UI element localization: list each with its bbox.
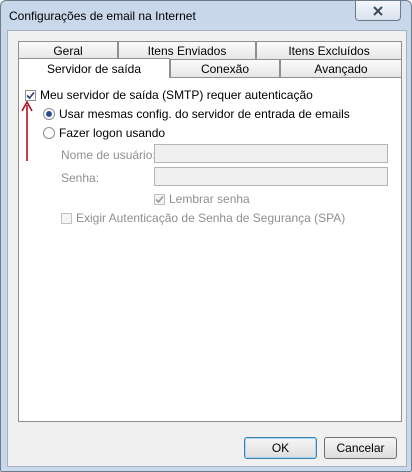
smtp-auth-checkbox[interactable] [25, 89, 36, 101]
logon-radio[interactable] [43, 127, 55, 139]
tab-conexao[interactable]: Conexão [170, 59, 280, 77]
logon-label: Fazer logon usando [59, 126, 166, 140]
tab-label: Itens Excluídos [288, 43, 370, 58]
username-field[interactable] [154, 144, 388, 163]
tab-itens-enviados[interactable]: Itens Enviados [118, 41, 256, 59]
tab-label: Geral [53, 43, 83, 58]
remember-password-option[interactable]: Lembrar senha [154, 192, 250, 206]
logon-option[interactable]: Fazer logon usando [43, 126, 165, 140]
remember-password-checkbox[interactable] [154, 193, 165, 205]
radio-selected-dot [46, 111, 52, 117]
smtp-auth-option[interactable]: Meu servidor de saída (SMTP) requer aute… [25, 88, 313, 102]
window-title: Configurações de email na Internet [9, 9, 196, 23]
tab-avancado[interactable]: Avançado [280, 59, 402, 77]
password-label: Senha: [61, 171, 100, 185]
spa-checkbox[interactable] [61, 212, 72, 224]
same-settings-radio[interactable] [43, 108, 55, 120]
username-label: Nome de usuário: [61, 148, 156, 162]
cancel-button[interactable]: Cancelar [324, 437, 397, 459]
tab-servidor-de-saida[interactable]: Servidor de saída [18, 58, 170, 78]
smtp-auth-label: Meu servidor de saída (SMTP) requer aute… [40, 88, 313, 102]
spa-option[interactable]: Exigir Autenticação de Senha de Seguranç… [61, 211, 345, 225]
title-bar: Configurações de email na Internet [1, 1, 411, 31]
same-settings-option[interactable]: Usar mesmas config. do servidor de entra… [43, 107, 350, 121]
tab-panel-servidor-de-saida: Meu servidor de saída (SMTP) requer aute… [18, 77, 402, 422]
close-button[interactable] [355, 1, 401, 21]
same-settings-label: Usar mesmas config. do servidor de entra… [59, 107, 350, 121]
password-field[interactable] [154, 167, 388, 186]
dialog-window: Configurações de email na Internet Geral… [0, 0, 412, 472]
ok-button[interactable]: OK [244, 437, 317, 459]
checkmark-icon [26, 91, 35, 99]
annotation-arrow-icon [21, 101, 33, 161]
tab-label: Itens Enviados [147, 43, 227, 58]
cancel-button-label: Cancelar [336, 441, 385, 455]
dialog-client-area: Geral Itens Enviados Itens Excluídos Ser… [7, 30, 407, 467]
tab-label: Servidor de saída [46, 61, 142, 76]
tab-geral[interactable]: Geral [18, 41, 118, 59]
tab-itens-excluidos[interactable]: Itens Excluídos [256, 41, 402, 59]
tab-label: Conexão [200, 61, 250, 76]
ok-button-label: OK [271, 441, 290, 455]
checkmark-icon [155, 195, 164, 203]
tab-label: Avançado [314, 61, 368, 76]
remember-password-label: Lembrar senha [169, 192, 250, 206]
close-icon [373, 5, 383, 16]
spa-label: Exigir Autenticação de Senha de Seguranç… [76, 211, 346, 225]
